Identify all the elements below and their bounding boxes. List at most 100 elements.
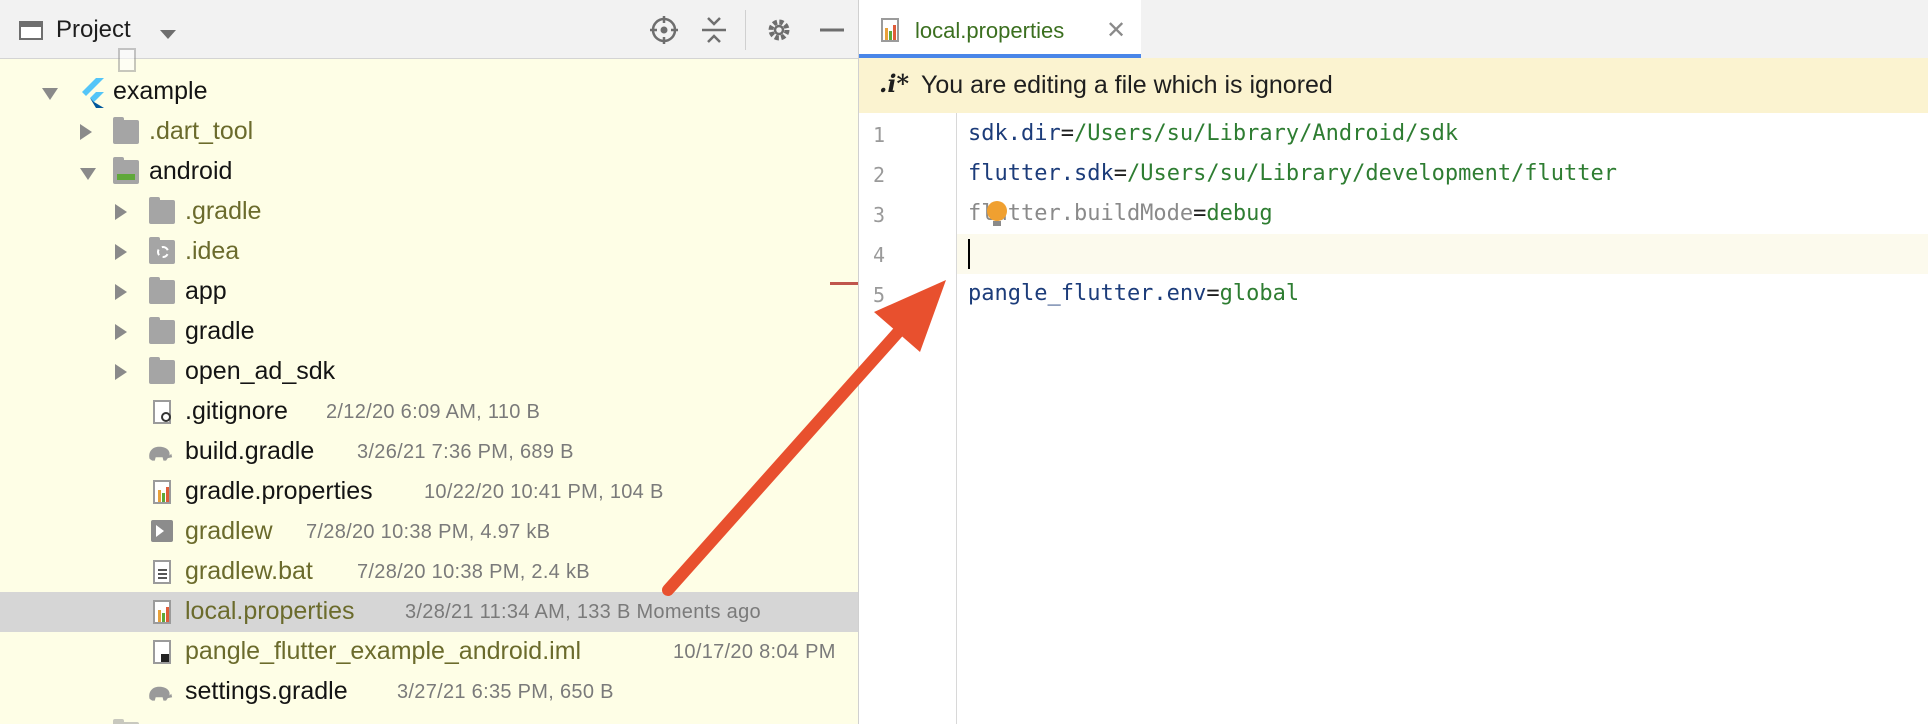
tree-row-gradle-dir[interactable]: .gradle	[0, 192, 858, 232]
folder-icon	[113, 117, 139, 144]
tree-row-app[interactable]: app	[0, 272, 858, 312]
module-file-icon	[153, 640, 171, 664]
file-icon	[118, 48, 136, 72]
idea-folder-icon	[149, 237, 175, 264]
tree-item-label: gradlew	[185, 517, 273, 545]
tree-item-label: .idea	[185, 237, 240, 265]
android-folder-icon	[113, 157, 139, 184]
tree-item-label: gradlew.bat	[185, 557, 313, 585]
code-line[interactable]: flutter.buildMode=debug	[968, 201, 1273, 226]
tree-row-example[interactable]: example	[0, 72, 858, 112]
tree-row-iml[interactable]: pangle_flutter_example_android.iml 10/17…	[0, 632, 858, 672]
close-icon[interactable]: ✕	[1106, 16, 1126, 45]
tree-row-dart-tool[interactable]: .dart_tool	[0, 112, 858, 152]
tree-item-label: .dart_tool	[149, 117, 254, 145]
tree-item-label: app	[185, 277, 227, 305]
property-key: flutter.sdk	[968, 161, 1114, 186]
property-key: pangle_flutter.env	[968, 281, 1207, 306]
expand-arrow-icon[interactable]	[115, 284, 127, 300]
tree-item-label: gradle.properties	[185, 477, 373, 505]
line-number: 3	[873, 203, 886, 227]
editor-panel: local.properties ✕ .i* You are editing a…	[858, 0, 1928, 724]
tree-row-build-gradle[interactable]: build.gradle 3/26/21 7:36 PM, 689 B	[0, 432, 858, 472]
code-line[interactable]: pangle_flutter.env=global	[968, 281, 1299, 306]
folder-icon	[149, 277, 175, 304]
window-icon	[19, 21, 43, 40]
current-line-highlight	[957, 234, 1928, 274]
error-stripe-mark	[830, 282, 858, 285]
equals-sign: =	[1060, 121, 1074, 146]
text-caret	[968, 239, 970, 269]
file-meta: 7/28/20 10:38 PM, 4.97 kB	[306, 521, 551, 543]
tree-row-gradlew[interactable]: gradlew 7/28/20 10:38 PM, 4.97 kB	[0, 512, 858, 552]
properties-file-icon	[153, 600, 171, 624]
property-value: /Users/su/Library/Android/sdk	[1073, 121, 1459, 146]
tree-row-android[interactable]: android	[0, 152, 858, 192]
gitignore-file-icon	[153, 400, 171, 424]
code-line[interactable]: flutter.sdk=/Users/su/Library/developmen…	[968, 161, 1617, 186]
tree-row-gradlew-bat[interactable]: gradlew.bat 7/28/20 10:38 PM, 2.4 kB	[0, 552, 858, 592]
banner-message: You are editing a file which is ignored	[921, 71, 1333, 99]
lightbulb-icon[interactable]	[987, 201, 1007, 226]
gradle-elephant-icon	[149, 686, 173, 701]
tree-item-label: open_ad_sdk	[185, 357, 336, 385]
tree-item-label: local.properties	[185, 597, 355, 625]
property-value: /Users/su/Library/development/flutter	[1126, 161, 1618, 186]
ignored-file-icon: .i*	[879, 69, 910, 98]
equals-sign: =	[1193, 201, 1207, 226]
file-meta: 7/28/20 10:38 PM, 2.4 kB	[357, 561, 590, 583]
tree-item-label: settings.gradle	[185, 677, 348, 705]
line-number-gutter: 1 2 3 4 5	[859, 113, 957, 724]
tree-row-cutoff	[0, 714, 858, 724]
tree-row-gradle[interactable]: gradle	[0, 312, 858, 352]
tree-item-label: .gitignore	[185, 397, 288, 425]
expand-arrow-icon[interactable]	[42, 88, 58, 100]
expand-arrow-icon[interactable]	[115, 204, 127, 220]
tree-item-label: gradle	[185, 317, 255, 345]
tree-row-gitignore[interactable]: .gitignore 2/12/20 6:09 AM, 110 B	[0, 392, 858, 432]
code-area[interactable]: sdk.dir=/Users/su/Library/Android/sdk fl…	[957, 113, 1928, 724]
expand-arrow-icon[interactable]	[115, 364, 127, 380]
ignored-file-banner: .i* You are editing a file which is igno…	[859, 58, 1928, 113]
properties-file-icon	[881, 18, 899, 42]
tree-item-label: pangle_flutter_example_android.iml	[185, 637, 582, 665]
line-number: 2	[873, 163, 886, 187]
folder-icon	[149, 197, 175, 224]
gradle-elephant-icon	[149, 446, 173, 461]
file-meta: 10/22/20 10:41 PM, 104 B	[424, 481, 664, 503]
folder-icon	[149, 317, 175, 344]
project-panel: Project example .dart_tool android .grad…	[0, 0, 858, 724]
expand-arrow-icon[interactable]	[80, 168, 96, 180]
tree-item-label: android	[149, 157, 233, 185]
line-number: 4	[873, 243, 886, 267]
flutter-icon	[82, 78, 104, 108]
tab-local-properties[interactable]: local.properties ✕	[859, 0, 1141, 58]
line-number: 1	[873, 123, 886, 147]
script-icon	[151, 520, 173, 542]
tree-row-settings-gradle[interactable]: settings.gradle 3/27/21 6:35 PM, 650 B	[0, 672, 858, 712]
folder-icon	[149, 357, 175, 384]
tree-row-gradle-properties[interactable]: gradle.properties 10/22/20 10:41 PM, 104…	[0, 472, 858, 512]
tree-row-open-ad-sdk[interactable]: open_ad_sdk	[0, 352, 858, 392]
text-file-icon	[153, 560, 171, 584]
line-number: 5	[873, 283, 886, 307]
tree-item-label: example	[113, 77, 208, 105]
expand-arrow-icon[interactable]	[115, 324, 127, 340]
tree-row-local-properties[interactable]: local.properties 3/28/21 11:34 AM, 133 B…	[0, 592, 858, 632]
code-line[interactable]: sdk.dir=/Users/su/Library/Android/sdk	[968, 121, 1458, 146]
dropdown-chevron-icon[interactable]	[160, 30, 176, 39]
property-key: sdk.dir	[968, 121, 1061, 146]
expand-arrow-icon[interactable]	[115, 244, 127, 260]
file-meta: 10/17/20 8:04 PM	[673, 641, 836, 663]
file-meta: 3/28/21 11:34 AM, 133 B Moments ago	[405, 601, 761, 623]
tree-item-label: .gradle	[185, 197, 262, 225]
tab-label: local.properties	[915, 18, 1065, 43]
equals-sign: =	[1206, 281, 1220, 306]
property-value: global	[1219, 281, 1300, 306]
tree-row-idea[interactable]: .idea	[0, 232, 858, 272]
file-meta: 3/26/21 7:36 PM, 689 B	[357, 441, 574, 463]
file-meta: 2/12/20 6:09 AM, 110 B	[326, 401, 541, 423]
file-meta: 3/27/21 6:35 PM, 650 B	[397, 681, 614, 703]
property-value: debug	[1206, 201, 1273, 226]
expand-arrow-icon[interactable]	[80, 124, 92, 140]
